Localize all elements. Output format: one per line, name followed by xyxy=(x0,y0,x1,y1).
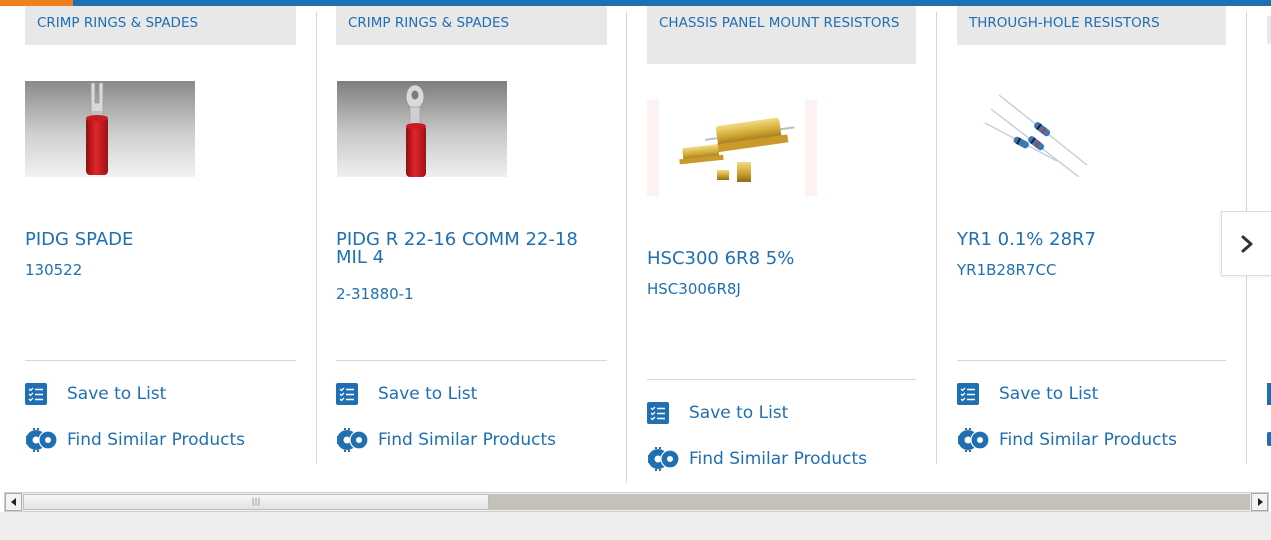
triangle-right-icon xyxy=(1257,498,1263,506)
next-card-partial xyxy=(1267,16,1271,44)
category-label[interactable]: CHASSIS PANEL MOUNT RESISTORS xyxy=(647,6,916,64)
card-divider xyxy=(936,12,937,464)
product-card: CRIMP RINGS & SPADES PIDG SPADE 130522 S… xyxy=(25,6,296,464)
product-image[interactable] xyxy=(647,100,817,200)
scroll-right-button[interactable] xyxy=(1251,493,1268,511)
next-card-save-icon-partial xyxy=(1267,383,1271,405)
find-similar-button[interactable]: Find Similar Products xyxy=(25,427,245,453)
similar-label: Find Similar Products xyxy=(67,430,245,450)
checklist-icon xyxy=(25,383,47,405)
save-to-list-button[interactable]: Save to List xyxy=(957,383,1098,405)
save-to-list-button[interactable]: Save to List xyxy=(25,383,166,405)
product-image[interactable] xyxy=(337,81,507,181)
gears-icon xyxy=(336,427,370,453)
category-label[interactable]: CRIMP RINGS & SPADES xyxy=(336,6,607,45)
product-title[interactable]: PIDG R 22-16 COMM 22-18 MIL 4 xyxy=(336,231,596,267)
gears-icon xyxy=(647,446,681,472)
product-title[interactable]: PIDG SPADE xyxy=(25,231,285,249)
gears-icon xyxy=(957,427,991,453)
next-card-gear-icon-partial xyxy=(1267,432,1271,446)
part-number[interactable]: YR1B28R7CC xyxy=(957,261,1056,279)
save-label: Save to List xyxy=(689,403,789,423)
horizontal-scrollbar[interactable] xyxy=(4,492,1269,512)
category-label[interactable]: CRIMP RINGS & SPADES xyxy=(25,6,296,45)
product-image[interactable] xyxy=(25,81,195,181)
similar-label: Find Similar Products xyxy=(689,449,867,469)
card-separator xyxy=(957,360,1226,361)
gears-icon xyxy=(25,427,59,453)
find-similar-button[interactable]: Find Similar Products xyxy=(336,427,556,453)
find-similar-button[interactable]: Find Similar Products xyxy=(647,446,867,472)
category-label[interactable]: THROUGH-HOLE RESISTORS xyxy=(957,6,1226,45)
product-image[interactable] xyxy=(957,81,1127,181)
product-card: CHASSIS PANEL MOUNT RESISTORS HSC300 6R8… xyxy=(647,6,916,484)
product-card: THROUGH-HOLE RESISTORS YR1 0.1% 28R7 YR1… xyxy=(957,6,1226,464)
spade-terminal-image xyxy=(25,81,195,177)
similar-label: Find Similar Products xyxy=(999,430,1177,450)
scroll-left-button[interactable] xyxy=(5,493,22,511)
triangle-left-icon xyxy=(10,498,16,506)
ring-terminal-image xyxy=(337,81,507,177)
carousel-next-button[interactable] xyxy=(1221,211,1271,276)
part-number[interactable]: 2-31880-1 xyxy=(336,285,414,303)
page-footer-area xyxy=(0,512,1271,540)
card-divider xyxy=(316,12,317,464)
checklist-icon xyxy=(336,383,358,405)
part-number[interactable]: 130522 xyxy=(25,261,82,279)
scroll-track[interactable] xyxy=(489,494,1250,510)
save-label: Save to List xyxy=(999,384,1099,404)
save-label: Save to List xyxy=(378,384,478,404)
scroll-thumb[interactable] xyxy=(23,494,489,510)
find-similar-button[interactable]: Find Similar Products xyxy=(957,427,1177,453)
checklist-icon xyxy=(647,402,669,424)
card-separator xyxy=(647,379,916,380)
chassis-resistor-image xyxy=(647,100,817,196)
save-to-list-button[interactable]: Save to List xyxy=(336,383,477,405)
chevron-right-icon xyxy=(1241,235,1252,252)
card-separator xyxy=(336,360,607,361)
similar-label: Find Similar Products xyxy=(378,430,556,450)
save-to-list-button[interactable]: Save to List xyxy=(647,402,788,424)
save-label: Save to List xyxy=(67,384,167,404)
product-title[interactable]: YR1 0.1% 28R7 xyxy=(957,231,1217,249)
product-title[interactable]: HSC300 6R8 5% xyxy=(647,250,907,268)
through-hole-resistor-image xyxy=(957,81,1127,178)
product-card: CRIMP RINGS & SPADES PIDG R 22-16 COMM 2… xyxy=(336,6,607,464)
card-divider xyxy=(626,12,627,483)
grip-icon xyxy=(252,498,260,506)
part-number[interactable]: HSC3006R8J xyxy=(647,280,741,298)
checklist-icon xyxy=(957,383,979,405)
card-separator xyxy=(25,360,296,361)
